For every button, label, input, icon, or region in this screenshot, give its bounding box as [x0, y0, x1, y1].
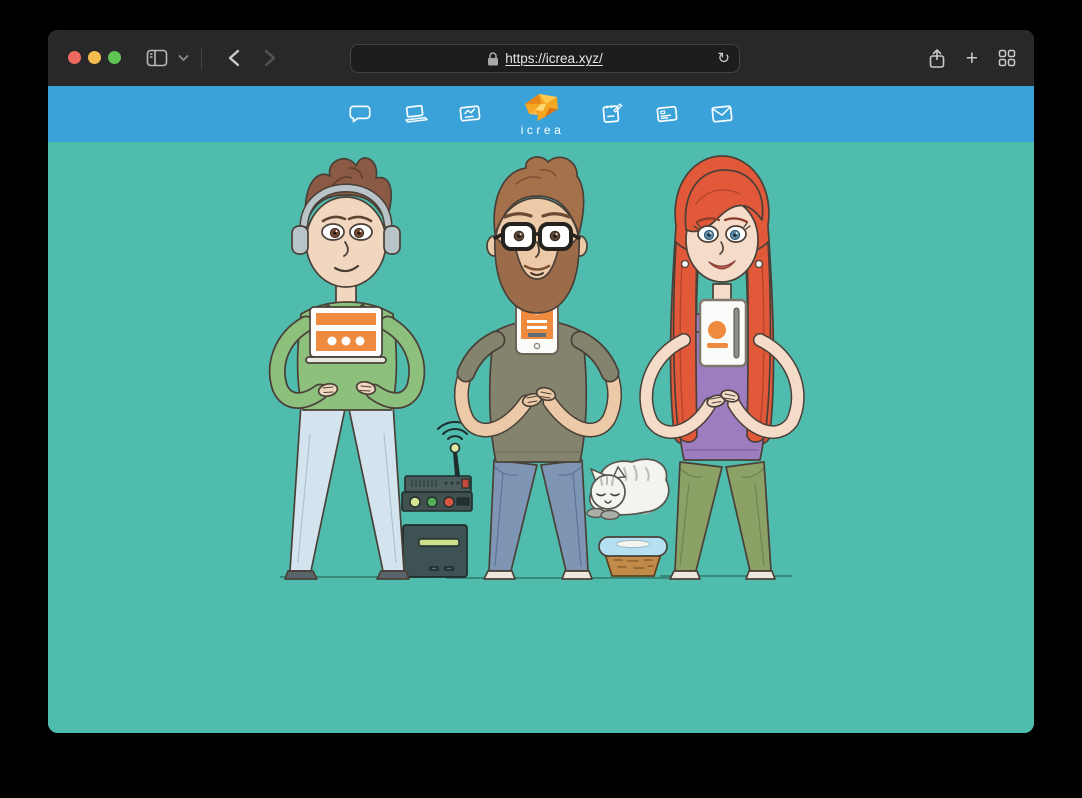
- laptop-icon[interactable]: [402, 101, 428, 127]
- figure-woman-redhair: [646, 156, 797, 579]
- laptop-device: [306, 307, 386, 363]
- browser-window: https://icrea.xyz/ ↻ +: [48, 30, 1034, 733]
- site-logo[interactable]: icrea: [518, 92, 565, 137]
- share-icon[interactable]: [928, 48, 946, 69]
- tab-overview-icon[interactable]: [998, 49, 1016, 67]
- chat-bubble-icon[interactable]: [347, 101, 373, 127]
- sidebar-toggle-icon[interactable]: [146, 48, 168, 68]
- envelope-icon[interactable]: [709, 101, 735, 127]
- new-tab-icon[interactable]: +: [966, 48, 978, 69]
- hero-illustration: [48, 142, 1034, 733]
- ground-line: [280, 576, 792, 578]
- lock-icon: [487, 52, 499, 66]
- traffic-lights: [68, 51, 121, 64]
- tablet-device: [700, 300, 746, 366]
- site-navbar: icrea: [48, 86, 1034, 142]
- cat-basket: [599, 537, 667, 576]
- wifi-router: [402, 422, 472, 511]
- figure-man-headphones: [277, 158, 416, 579]
- sidebar-dropdown-icon[interactable]: [178, 54, 189, 62]
- sleeping-cat: [587, 459, 669, 519]
- toolbar-divider: [201, 47, 202, 69]
- zoom-button[interactable]: [108, 51, 121, 64]
- title-bar: https://icrea.xyz/ ↻ +: [48, 30, 1034, 86]
- speaker-cabinet: [403, 525, 467, 577]
- back-button[interactable]: [228, 49, 240, 67]
- stats-card-icon[interactable]: [457, 101, 483, 127]
- close-button[interactable]: [68, 51, 81, 64]
- notepad-pencil-icon[interactable]: [599, 101, 625, 127]
- reload-icon[interactable]: ↻: [717, 49, 730, 67]
- forward-button[interactable]: [264, 49, 276, 67]
- logo-gem-icon: [521, 92, 561, 122]
- minimize-button[interactable]: [88, 51, 101, 64]
- url-bar[interactable]: https://icrea.xyz/ ↻: [350, 44, 740, 73]
- logo-text: icrea: [518, 123, 565, 137]
- credit-card-icon[interactable]: [654, 101, 680, 127]
- url-text[interactable]: https://icrea.xyz/: [505, 51, 603, 66]
